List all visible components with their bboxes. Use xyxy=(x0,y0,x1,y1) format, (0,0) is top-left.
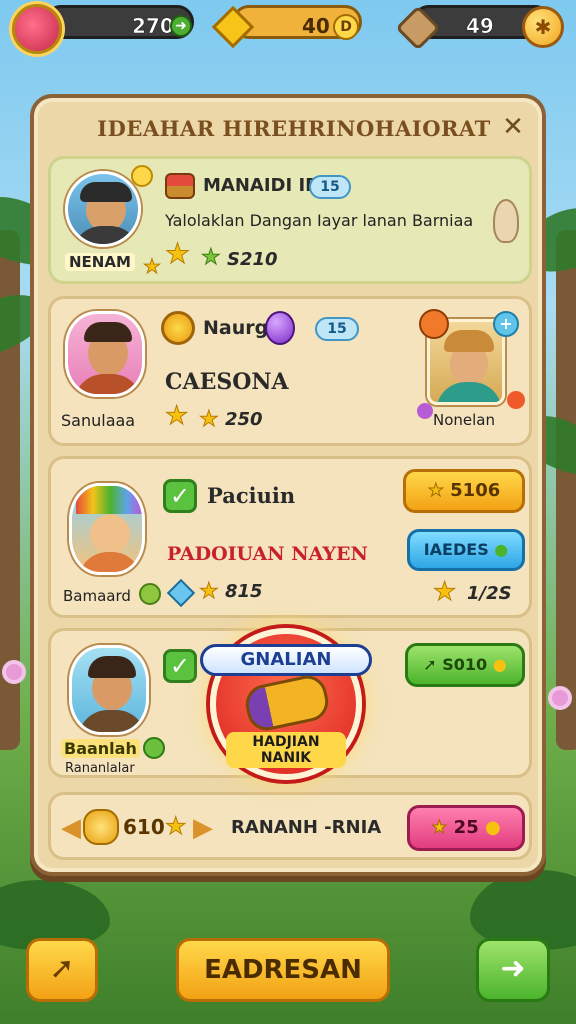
coin-dot-icon: ● xyxy=(492,655,507,674)
check-icon[interactable]: ✓ xyxy=(163,479,197,513)
star-icon: ★ xyxy=(199,579,220,604)
avatar-hero xyxy=(69,645,149,735)
confirm-button[interactable]: EADRESAN xyxy=(176,938,390,1002)
red-coin-icon xyxy=(419,309,449,339)
card1-name-tag: NENAM xyxy=(65,253,135,271)
star-icon: ★ xyxy=(164,401,189,431)
reward-pink-value: 25 xyxy=(453,817,479,838)
footer-left-value: 610 xyxy=(123,815,165,839)
close-button[interactable]: ✕ xyxy=(498,112,528,142)
reward-button-gold[interactable]: ★ 5106 xyxy=(403,469,525,513)
back-arrow-icon: ➚ xyxy=(49,951,75,986)
card3-right-score: 1/2S xyxy=(467,583,512,604)
chest-icon xyxy=(165,173,195,199)
card4-name-sub: Rananlalar xyxy=(65,761,135,776)
settings-coin-icon[interactable]: ✱ xyxy=(522,6,564,48)
star-icon: ★ xyxy=(165,812,187,840)
card1-level-badge: 15 xyxy=(309,175,351,199)
card2-right-name: Nonelan xyxy=(433,411,495,429)
star-icon: ★ xyxy=(143,254,162,278)
card3-score: 815 xyxy=(225,581,263,602)
next-button[interactable]: ➜ xyxy=(476,938,550,1002)
reward-button-pink[interactable]: ★ 25 ● xyxy=(407,805,525,851)
quest-card-2[interactable]: Sanulaaa Naurg 15 CAESONA ★ ★ 250 + None… xyxy=(48,296,532,446)
gold-cluster-icon xyxy=(83,809,119,845)
avatar-man xyxy=(65,311,145,397)
sun-badge-icon xyxy=(131,165,153,187)
gems-value: 40 xyxy=(302,14,330,38)
card3-title: Paciuin xyxy=(207,483,296,508)
badge-top-label: GNALIAN xyxy=(240,649,332,670)
reward-button-green[interactable]: ➚ S010 ● xyxy=(405,643,525,687)
scroll-icon xyxy=(242,671,332,735)
plus-badge-icon[interactable]: + xyxy=(493,311,519,337)
card1-score: S210 xyxy=(227,249,278,270)
reward-green-value: S010 xyxy=(442,655,488,674)
star-icon: ★ xyxy=(432,577,457,607)
footer-label: RANANH -RNIA xyxy=(231,817,382,838)
flower-icon xyxy=(507,391,525,409)
badge-banner: GNALIAN xyxy=(200,644,372,676)
confirm-label: EADRESAN xyxy=(204,955,362,985)
star-icon: ★ xyxy=(431,817,448,839)
card3-name-tag: Bamaard xyxy=(63,587,131,605)
badge-bottom-label: HADJIAN NANIK xyxy=(226,732,346,768)
coin-dot-icon: ● xyxy=(485,817,501,838)
reward-button-blue[interactable]: IAEDES ● xyxy=(407,529,525,571)
card2-subtitle: CAESONA xyxy=(165,369,289,395)
heart-coin-icon xyxy=(12,4,62,54)
star-icon: ★ xyxy=(427,480,444,502)
quest-card-3[interactable]: Bamaard ✓ Paciuin PADOIUAN NAYEN ★ 815 ★… xyxy=(48,456,532,618)
gem-coin-icon[interactable]: D xyxy=(333,14,359,40)
right-arrow-icon[interactable]: ▶ xyxy=(193,813,213,843)
star-icon: ★ xyxy=(164,237,191,270)
coin-icon xyxy=(161,311,195,345)
card4-name-tag: Baanlah xyxy=(61,739,140,758)
green-leaf-icon xyxy=(143,737,165,759)
reward-gold-value: 5106 xyxy=(450,480,501,501)
green-dot-icon: ● xyxy=(494,540,509,559)
avatar-headphones xyxy=(65,171,141,247)
card2-name-tag: Sanulaaa xyxy=(61,411,136,430)
card2-score: 250 xyxy=(225,409,263,430)
star-icon: ★ xyxy=(199,407,220,432)
back-button[interactable]: ➚ xyxy=(26,938,98,1002)
card1-subtitle: Yalolaklan Dangan Iayar lanan Barniaa xyxy=(165,211,474,230)
arrow-icon: ➚ xyxy=(423,655,437,674)
card3-subtitle: PADOIUAN NAYEN xyxy=(167,543,368,565)
avatar-headdress xyxy=(69,483,145,575)
shell-icon xyxy=(493,199,519,243)
footer-row: ◀ 610 ★ ▶ RANANH -RNIA ★ 25 ● xyxy=(48,792,532,860)
flower-icon xyxy=(417,403,433,419)
check-icon[interactable]: ✓ xyxy=(163,649,197,683)
shards-value: 49 xyxy=(466,14,494,39)
gem-blue-icon xyxy=(166,578,196,608)
green-star-icon: ★ xyxy=(201,245,222,270)
card2-level-badge: 15 xyxy=(315,317,359,341)
purple-orb-icon xyxy=(265,311,295,345)
quest-card-1[interactable]: NENAM ★ MANAIDI IB : 15 Yalolaklan Danga… xyxy=(48,156,532,284)
next-arrow-icon: ➜ xyxy=(500,951,526,986)
card2-title: Naurg xyxy=(203,317,269,339)
reward-badge[interactable]: GNALIAN HADJIAN NANIK xyxy=(200,628,372,780)
coins-value: 270 xyxy=(132,14,174,39)
add-coins-icon[interactable]: ➜ xyxy=(170,15,192,37)
left-arrow-icon[interactable]: ◀ xyxy=(61,813,81,843)
panel-title: IDEAHAR HIREHRINOHAIORAT xyxy=(97,116,491,141)
green-badge-icon xyxy=(139,583,161,605)
reward-blue-label: IAEDES xyxy=(423,540,489,559)
